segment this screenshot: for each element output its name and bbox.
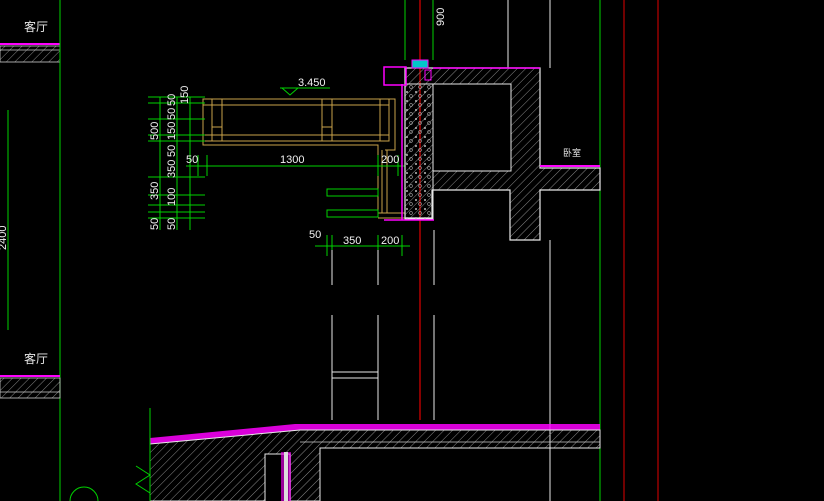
dimension-2400: 2400 [0,226,9,250]
cad-drawing: 客厅 2400 客厅 3.450 500 350 50 50 50 150 50… [0,0,659,501]
dimension-150-b: 150 [179,86,191,104]
floor-slab [149,424,601,501]
dimension-50-e: 50 [166,218,178,230]
dimension-900: 900 [435,8,447,26]
dimension-50-c: 50 [166,108,178,120]
level-value: 3.450 [298,77,326,89]
dimension-200-top: 200 [381,154,399,166]
room-label-right: 卧室 [563,147,581,159]
dimension-200-bottom: 200 [381,235,399,247]
dimension-50-top: 50 [186,154,198,166]
extension-lines [331,230,435,420]
dimension-350-b: 350 [166,160,178,178]
side-steps [326,188,379,218]
dimension-350-bottom: 350 [343,235,361,247]
room-label-bottom: 客厅 [24,351,48,366]
dimension-50-b: 50 [166,94,178,106]
dimension-50-d: 50 [166,145,178,157]
dimension-50-a: 50 [149,218,161,230]
dimension-1300: 1300 [280,154,304,166]
dimension-50-bottom: 50 [309,229,321,241]
room-label-top: 客厅 [24,19,48,34]
dimension-150-a: 150 [166,122,178,140]
cad-canvas[interactable]: 客厅 2400 客厅 3.450 500 350 50 50 50 150 50… [0,0,824,501]
dimension-350: 350 [149,182,161,200]
dimension-100: 100 [166,188,178,206]
level-marker [280,87,330,96]
bottom-left-lines [69,408,151,501]
left-wall-bottom [0,375,61,399]
dimension-500: 500 [149,122,161,140]
left-wall-top [0,43,61,63]
